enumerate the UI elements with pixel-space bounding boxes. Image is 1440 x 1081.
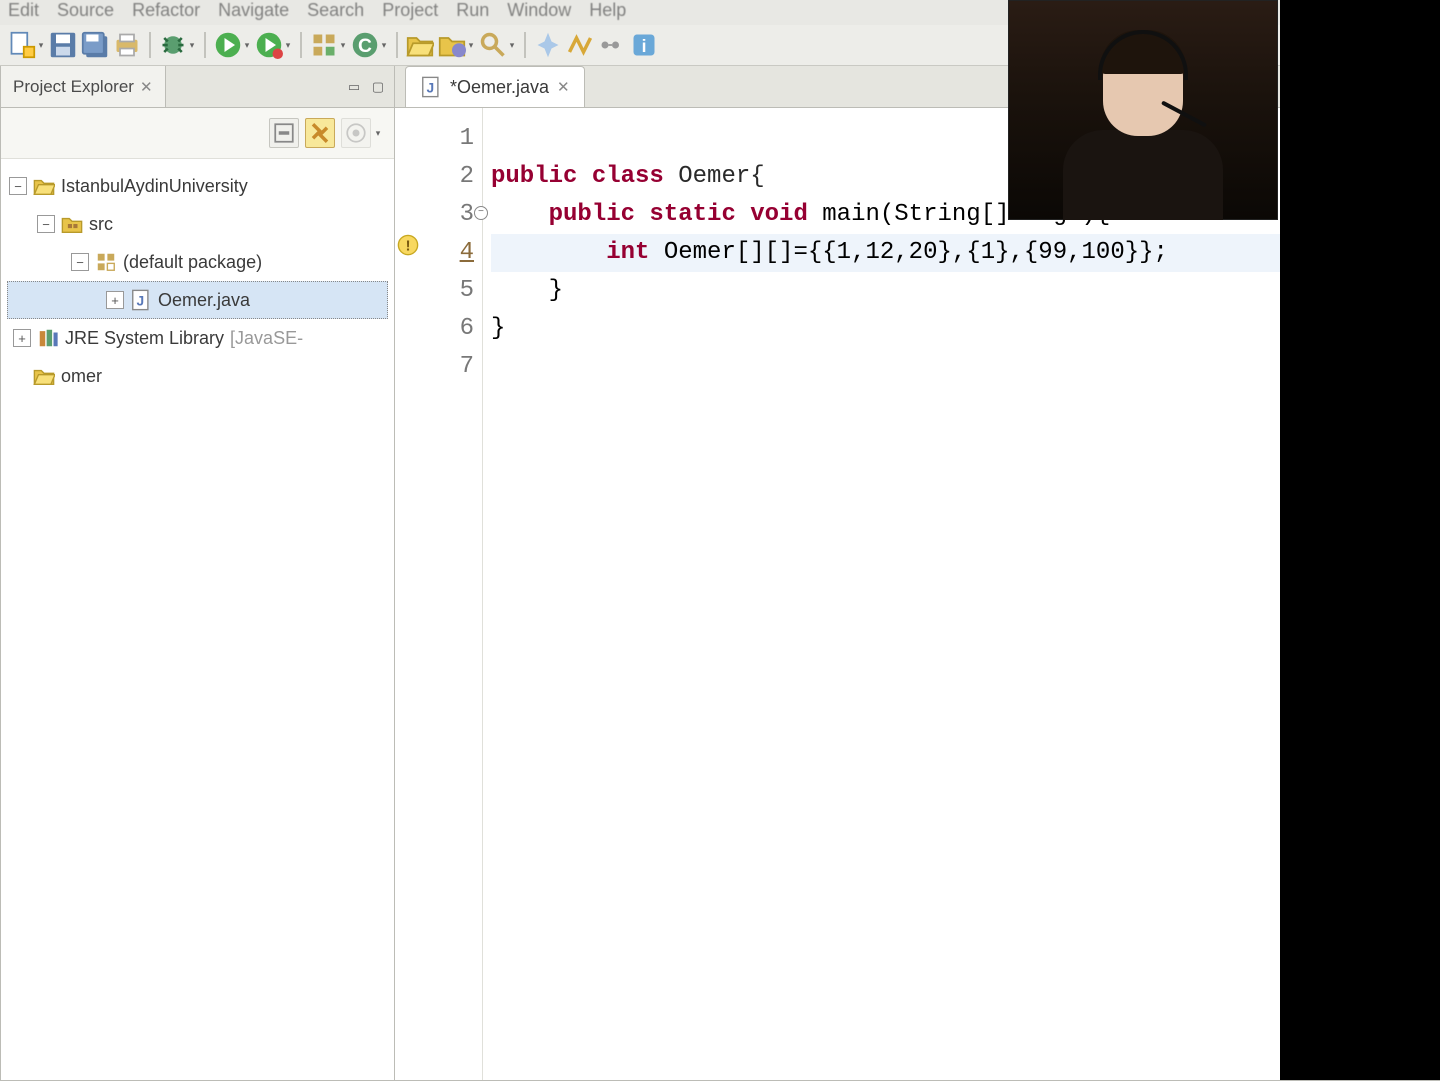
warning-icon[interactable]: ! bbox=[397, 234, 419, 264]
menu-run[interactable]: Run bbox=[456, 0, 489, 21]
project-explorer-tab[interactable]: Project Explorer ✕ bbox=[1, 66, 166, 107]
webcam-overlay bbox=[1008, 0, 1278, 220]
debug-dropdown[interactable]: ▾ bbox=[188, 34, 196, 56]
svg-text:!: ! bbox=[403, 238, 412, 256]
svg-text:i: i bbox=[642, 36, 647, 56]
project-label-2: omer bbox=[61, 366, 102, 387]
marker-bar: ! bbox=[395, 108, 423, 1080]
expand-icon[interactable]: − bbox=[9, 177, 27, 195]
menu-window[interactable]: Window bbox=[507, 0, 571, 21]
letterbox-right bbox=[1280, 0, 1440, 1080]
package-node[interactable]: − (default package) bbox=[7, 243, 388, 281]
package-icon bbox=[95, 251, 117, 273]
toggle-breadcrumb-button[interactable] bbox=[598, 31, 626, 59]
menu-navigate[interactable]: Navigate bbox=[218, 0, 289, 21]
fold-icon[interactable]: − bbox=[474, 206, 488, 220]
search-dropdown[interactable]: ▾ bbox=[508, 34, 516, 56]
project-explorer-label: Project Explorer bbox=[13, 77, 134, 97]
info-button[interactable]: i bbox=[630, 31, 658, 59]
minimize-icon[interactable]: ▭ bbox=[344, 77, 364, 97]
line-number: 2 bbox=[423, 158, 474, 196]
run-last-dropdown[interactable]: ▾ bbox=[284, 34, 292, 56]
jre-suffix: [JavaSE- bbox=[230, 328, 303, 349]
project-node-2[interactable]: omer bbox=[7, 357, 388, 395]
project-node[interactable]: − IstanbulAydinUniversity bbox=[7, 167, 388, 205]
java-file-node[interactable]: + J Oemer.java bbox=[7, 281, 388, 319]
jre-label: JRE System Library bbox=[65, 328, 224, 349]
java-file-icon: J bbox=[130, 289, 152, 311]
separator bbox=[524, 32, 526, 58]
expand-icon[interactable]: − bbox=[71, 253, 89, 271]
project-explorer-panel: Project Explorer ✕ ▭ ▢ ▾ − IstanbulAydin… bbox=[0, 66, 395, 1081]
close-icon[interactable]: ✕ bbox=[557, 78, 570, 96]
expand-icon[interactable]: + bbox=[13, 329, 31, 347]
focus-task-button[interactable] bbox=[341, 118, 371, 148]
library-icon bbox=[37, 327, 59, 349]
project-label: IstanbulAydinUniversity bbox=[61, 176, 248, 197]
print-button[interactable] bbox=[113, 31, 141, 59]
search-button[interactable] bbox=[479, 31, 507, 59]
line-number: 3− bbox=[423, 196, 474, 234]
project-tree: − IstanbulAydinUniversity − src − (defau… bbox=[1, 159, 394, 403]
folder-icon bbox=[33, 175, 55, 197]
expand-icon[interactable]: + bbox=[106, 291, 124, 309]
java-file-label: Oemer.java bbox=[158, 290, 250, 311]
open-type-button[interactable] bbox=[406, 31, 434, 59]
open-task-button[interactable] bbox=[438, 31, 466, 59]
save-button[interactable] bbox=[49, 31, 77, 59]
separator bbox=[204, 32, 206, 58]
new-package-dropdown[interactable]: ▾ bbox=[339, 34, 347, 56]
webcam-person bbox=[1073, 30, 1213, 210]
menu-search[interactable]: Search bbox=[307, 0, 364, 21]
open-task-dropdown[interactable]: ▾ bbox=[467, 34, 475, 56]
run-dropdown[interactable]: ▾ bbox=[243, 34, 251, 56]
menu-project[interactable]: Project bbox=[382, 0, 438, 21]
editor-tab[interactable]: J *Oemer.java ✕ bbox=[405, 66, 585, 107]
separator bbox=[149, 32, 151, 58]
run-last-button[interactable] bbox=[255, 31, 283, 59]
line-number: 4 bbox=[423, 234, 474, 272]
svg-text:C: C bbox=[358, 36, 372, 57]
save-all-button[interactable] bbox=[81, 31, 109, 59]
line-gutter: 1 2 3− 4 5 6 7 bbox=[423, 108, 483, 1080]
menu-help[interactable]: Help bbox=[589, 0, 626, 21]
line-number: 7 bbox=[423, 348, 474, 386]
debug-button[interactable] bbox=[159, 31, 187, 59]
new-button[interactable] bbox=[8, 31, 36, 59]
src-label: src bbox=[89, 214, 113, 235]
jre-library-node[interactable]: + JRE System Library [JavaSE- bbox=[7, 319, 388, 357]
editor-tab-label: *Oemer.java bbox=[450, 77, 549, 98]
new-class-dropdown[interactable]: ▾ bbox=[380, 34, 388, 56]
menu-edit[interactable]: Edit bbox=[8, 0, 39, 21]
package-label: (default package) bbox=[123, 252, 262, 273]
expand-icon[interactable]: − bbox=[37, 215, 55, 233]
separator bbox=[300, 32, 302, 58]
svg-text:J: J bbox=[136, 294, 144, 309]
run-button[interactable] bbox=[214, 31, 242, 59]
explorer-toolbar: ▾ bbox=[1, 108, 394, 159]
menu-refactor[interactable]: Refactor bbox=[132, 0, 200, 21]
new-package-button[interactable] bbox=[310, 31, 338, 59]
line-number: 1 bbox=[423, 120, 474, 158]
separator bbox=[396, 32, 398, 58]
menu-source[interactable]: Source bbox=[57, 0, 114, 21]
package-folder-icon bbox=[61, 213, 83, 235]
folder-icon bbox=[33, 365, 55, 387]
line-number: 6 bbox=[423, 310, 474, 348]
new-dropdown[interactable]: ▾ bbox=[37, 34, 45, 56]
src-folder-node[interactable]: − src bbox=[7, 205, 388, 243]
view-menu-icon[interactable]: ▾ bbox=[374, 122, 382, 144]
java-file-icon: J bbox=[420, 76, 442, 98]
pin-button[interactable] bbox=[534, 31, 562, 59]
collapse-all-button[interactable] bbox=[269, 118, 299, 148]
link-editor-button[interactable] bbox=[305, 118, 335, 148]
toggle-mark-button[interactable] bbox=[566, 31, 594, 59]
new-class-button[interactable]: C bbox=[351, 31, 379, 59]
line-number: 5 bbox=[423, 272, 474, 310]
svg-text:J: J bbox=[426, 81, 434, 96]
close-icon[interactable]: ✕ bbox=[140, 78, 153, 96]
maximize-icon[interactable]: ▢ bbox=[368, 77, 388, 97]
